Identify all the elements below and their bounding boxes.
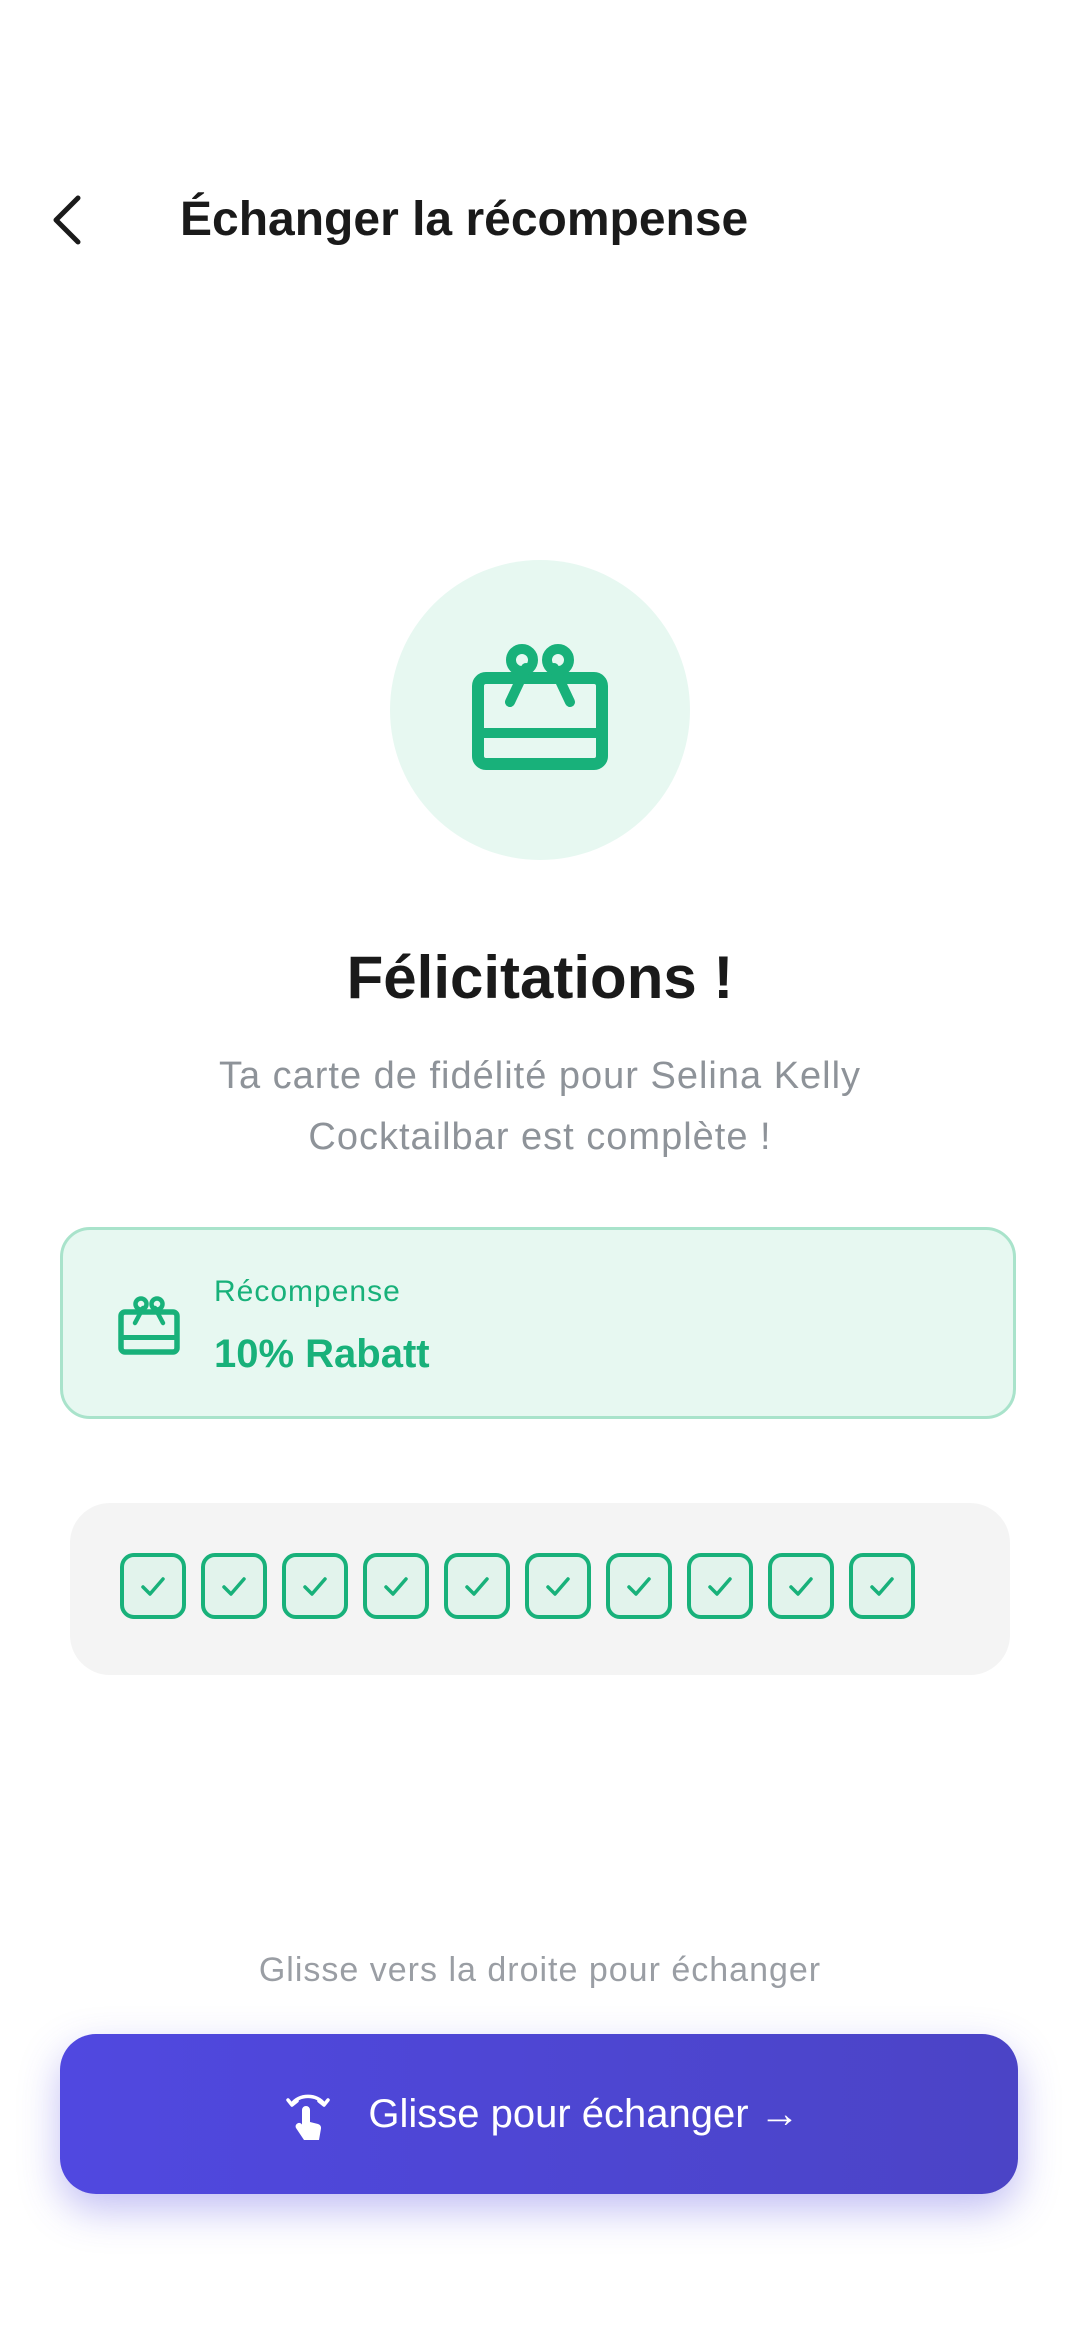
check-icon [627, 1577, 651, 1596]
check-icon [222, 1577, 246, 1596]
swipe-to-redeem-button[interactable]: Glisse pour échanger → [60, 2034, 1018, 2194]
chevron-left-icon [53, 195, 81, 245]
header: Échanger la récompense [0, 160, 1080, 280]
reward-icon-wrap [117, 1294, 181, 1358]
congrats-message: Ta carte de fidélité pour Selina Kelly C… [218, 1055, 862, 1158]
reward-label: Récompense [214, 1275, 401, 1308]
swipe-label: Glisse pour échanger → [368, 2092, 800, 2136]
reward-card: Récompense 10% Rabatt [60, 1227, 1016, 1419]
swipe-gesture-icon [278, 2084, 338, 2144]
stamp-slot [849, 1553, 915, 1619]
check-icon [708, 1577, 732, 1596]
check-icon [303, 1577, 327, 1596]
back-button[interactable] [36, 188, 100, 252]
stamp-slot [201, 1553, 267, 1619]
hero-icon-circle [390, 560, 690, 860]
stamp-slot [687, 1553, 753, 1619]
check-icon [546, 1577, 570, 1596]
check-icon [465, 1577, 489, 1596]
gift-card-icon [118, 1296, 180, 1355]
check-icon [789, 1577, 813, 1596]
stamps-row [120, 1553, 915, 1625]
check-icon [870, 1577, 894, 1596]
stamp-slot [282, 1553, 348, 1619]
check-icon [141, 1577, 165, 1596]
stamp-slot [363, 1553, 429, 1619]
stamp-slot [525, 1553, 591, 1619]
congrats-title: Félicitations ! [346, 944, 734, 1011]
stamps-panel [70, 1503, 1010, 1675]
stamp-slot [768, 1553, 834, 1619]
stamp-slot [444, 1553, 510, 1619]
stamp-slot [606, 1553, 672, 1619]
check-icon [384, 1577, 408, 1596]
gift-card-icon [472, 644, 608, 770]
page-title: Échanger la récompense [180, 193, 749, 246]
stamp-slot [120, 1553, 186, 1619]
reward-value: 10% Rabatt [214, 1332, 430, 1376]
swipe-hint: Glisse vers la droite pour échanger [258, 1951, 822, 1989]
